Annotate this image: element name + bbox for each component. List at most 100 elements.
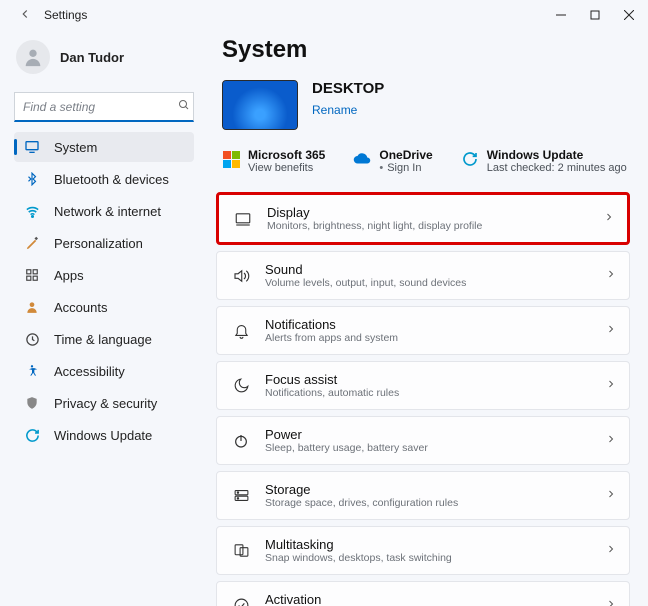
setting-display[interactable]: DisplayMonitors, brightness, night light… xyxy=(216,192,630,245)
clock-icon xyxy=(24,331,40,347)
tiles-row: Microsoft 365 View benefits OneDrive •Si… xyxy=(222,148,630,174)
system-icon xyxy=(24,139,40,155)
titlebar: Settings xyxy=(0,0,648,30)
page-title: System xyxy=(222,36,630,64)
chevron-right-icon xyxy=(605,432,617,450)
setting-desc: Alerts from apps and system xyxy=(265,332,591,344)
setting-desc: Sleep, battery usage, battery saver xyxy=(265,442,591,454)
chevron-right-icon xyxy=(605,377,617,395)
chevron-right-icon xyxy=(605,542,617,560)
setting-desc: Storage space, drives, configuration rul… xyxy=(265,497,591,509)
setting-desc: Volume levels, output, input, sound devi… xyxy=(265,277,591,289)
update-icon xyxy=(24,427,40,443)
sidebar-item-label: Privacy & security xyxy=(54,396,157,411)
display-icon xyxy=(233,209,253,229)
window-controls xyxy=(544,1,646,29)
close-button[interactable] xyxy=(612,1,646,29)
setting-multitasking[interactable]: MultitaskingSnap windows, desktops, task… xyxy=(216,526,630,575)
update-icon xyxy=(461,150,479,168)
minimize-button[interactable] xyxy=(544,1,578,29)
sidebar-item-time[interactable]: Time & language xyxy=(14,324,194,354)
chevron-right-icon xyxy=(605,487,617,505)
sidebar-item-label: Apps xyxy=(54,268,84,283)
setting-sound[interactable]: SoundVolume levels, output, input, sound… xyxy=(216,251,630,300)
search-icon xyxy=(178,99,190,114)
sidebar-item-network[interactable]: Network & internet xyxy=(14,196,194,226)
setting-storage[interactable]: StorageStorage space, drives, configurat… xyxy=(216,471,630,520)
setting-notifications[interactable]: NotificationsAlerts from apps and system xyxy=(216,306,630,355)
check-circle-icon xyxy=(231,596,251,606)
setting-desc: Monitors, brightness, night light, displ… xyxy=(267,220,589,232)
search-box[interactable] xyxy=(14,92,194,122)
settings-list: DisplayMonitors, brightness, night light… xyxy=(216,192,630,606)
microsoft-icon xyxy=(222,150,240,168)
sidebar-item-label: System xyxy=(54,140,97,155)
device-name: DESKTOP xyxy=(312,80,384,97)
tile-title: Windows Update xyxy=(487,148,627,162)
chevron-right-icon xyxy=(603,210,615,228)
sidebar-item-label: Accessibility xyxy=(54,364,125,379)
tile-onedrive[interactable]: OneDrive •Sign In xyxy=(353,148,432,174)
onedrive-icon xyxy=(353,150,371,168)
bell-icon xyxy=(231,321,251,341)
sidebar-item-apps[interactable]: Apps xyxy=(14,260,194,290)
back-button[interactable] xyxy=(10,3,40,28)
sidebar-item-label: Time & language xyxy=(54,332,152,347)
sidebar-item-accounts[interactable]: Accounts xyxy=(14,292,194,322)
content: System DESKTOP Rename Microsoft 365 View… xyxy=(208,30,648,606)
avatar xyxy=(16,40,50,74)
setting-activation[interactable]: ActivationActivation state, subscription… xyxy=(216,581,630,606)
chevron-right-icon xyxy=(605,267,617,285)
sidebar-item-label: Bluetooth & devices xyxy=(54,172,169,187)
sidebar-item-privacy[interactable]: Privacy & security xyxy=(14,388,194,418)
shield-icon xyxy=(24,395,40,411)
chevron-right-icon xyxy=(605,322,617,340)
sidebar-item-bluetooth[interactable]: Bluetooth & devices xyxy=(14,164,194,194)
setting-title: Sound xyxy=(265,262,591,277)
profile-name: Dan Tudor xyxy=(60,50,124,65)
search-input[interactable] xyxy=(23,100,178,114)
setting-title: Display xyxy=(267,205,589,220)
apps-icon xyxy=(24,267,40,283)
paintbrush-icon xyxy=(24,235,40,251)
sidebar-item-label: Personalization xyxy=(54,236,143,251)
sidebar-item-label: Accounts xyxy=(54,300,107,315)
bluetooth-icon xyxy=(24,171,40,187)
sidebar-item-label: Network & internet xyxy=(54,204,161,219)
tile-title: OneDrive xyxy=(379,148,432,162)
sidebar: Dan Tudor System Bluetooth & devices Net… xyxy=(0,30,208,606)
multitask-icon xyxy=(231,541,251,561)
tile-sub: •Sign In xyxy=(379,162,432,174)
storage-icon xyxy=(231,486,251,506)
sidebar-item-label: Windows Update xyxy=(54,428,152,443)
setting-desc: Snap windows, desktops, task switching xyxy=(265,552,591,564)
accounts-icon xyxy=(24,299,40,315)
tile-windowsupdate[interactable]: Windows Update Last checked: 2 minutes a… xyxy=(461,148,627,174)
sidebar-item-accessibility[interactable]: Accessibility xyxy=(14,356,194,386)
tile-microsoft365[interactable]: Microsoft 365 View benefits xyxy=(222,148,325,174)
moon-icon xyxy=(231,376,251,396)
power-icon xyxy=(231,431,251,451)
tile-sub: Last checked: 2 minutes ago xyxy=(487,162,627,174)
nav-list: System Bluetooth & devices Network & int… xyxy=(14,132,194,450)
wifi-icon xyxy=(24,203,40,219)
setting-desc: Notifications, automatic rules xyxy=(265,387,591,399)
setting-title: Focus assist xyxy=(265,372,591,387)
window-title: Settings xyxy=(44,8,87,22)
setting-focus-assist[interactable]: Focus assistNotifications, automatic rul… xyxy=(216,361,630,410)
sound-icon xyxy=(231,266,251,286)
device-thumbnail[interactable] xyxy=(222,80,298,130)
setting-power[interactable]: PowerSleep, battery usage, battery saver xyxy=(216,416,630,465)
setting-title: Notifications xyxy=(265,317,591,332)
sidebar-item-personalization[interactable]: Personalization xyxy=(14,228,194,258)
setting-title: Storage xyxy=(265,482,591,497)
rename-link[interactable]: Rename xyxy=(312,103,384,117)
maximize-button[interactable] xyxy=(578,1,612,29)
sidebar-item-system[interactable]: System xyxy=(14,132,194,162)
sidebar-item-update[interactable]: Windows Update xyxy=(14,420,194,450)
setting-title: Multitasking xyxy=(265,537,591,552)
chevron-right-icon xyxy=(605,597,617,606)
device-row: DESKTOP Rename xyxy=(222,80,630,130)
tile-sub: View benefits xyxy=(248,162,325,174)
profile[interactable]: Dan Tudor xyxy=(14,40,194,74)
